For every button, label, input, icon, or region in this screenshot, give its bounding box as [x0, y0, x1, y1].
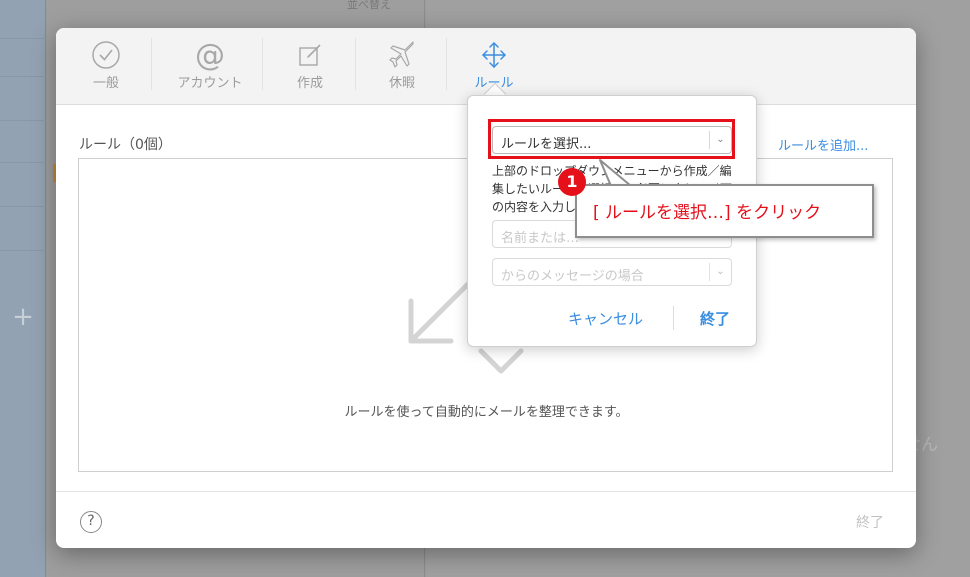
callout-text: [ ルールを選択…] をクリック — [593, 203, 822, 223]
rule-name-placeholder: 名前または… — [501, 231, 580, 246]
tab-label: 休暇 — [388, 76, 415, 91]
checkmark-circle-icon — [66, 38, 146, 72]
divider — [355, 38, 356, 90]
divider — [0, 206, 46, 207]
instruction-callout: [ ルールを選択…] をクリック — [575, 184, 874, 238]
step-badge: 1 — [558, 168, 586, 196]
divider — [673, 306, 674, 330]
dialog-footer: ? 終了 — [56, 491, 916, 548]
select-highlight-box — [488, 119, 735, 159]
add-mailbox-icon: + — [12, 302, 34, 332]
tab-label: アカウント — [177, 76, 243, 91]
rules-section-title: ルール（0個） — [79, 137, 172, 153]
divider — [0, 76, 46, 77]
cancel-button[interactable]: キャンセル — [568, 308, 643, 329]
help-button[interactable]: ? — [80, 511, 102, 533]
done-button[interactable]: 終了 — [700, 308, 730, 329]
divider — [0, 250, 46, 251]
at-sign-icon: @ — [195, 37, 225, 73]
rule-condition-select[interactable]: からのメッセージの場合 ⌄ — [492, 258, 732, 286]
rule-condition-value: からのメッセージの場合 — [501, 269, 644, 284]
tab-accounts[interactable]: @ アカウント — [164, 38, 256, 98]
question-icon: ? — [87, 513, 95, 529]
compose-icon — [270, 38, 350, 72]
rules-empty-message: ルールを使って自動的にメールを整理できます。 — [344, 405, 629, 420]
move-arrows-icon — [454, 38, 534, 72]
divider — [262, 38, 263, 90]
divider — [446, 38, 447, 90]
divider — [151, 38, 152, 90]
tab-label: 一般 — [92, 76, 119, 91]
mailbox-sidebar: + — [0, 0, 46, 577]
tab-label: 作成 — [296, 76, 323, 91]
tab-general[interactable]: 一般 — [66, 38, 146, 98]
tab-vacation[interactable]: 休暇 — [362, 38, 442, 98]
dialog-done-button[interactable]: 終了 — [856, 512, 884, 532]
sort-dropdown: 並べ替え — [347, 0, 391, 11]
divider — [0, 38, 46, 39]
chevron-down-icon: ⌄ — [709, 263, 731, 281]
airplane-icon — [362, 38, 442, 72]
tab-compose[interactable]: 作成 — [270, 38, 350, 98]
add-rule-link[interactable]: ルールを追加... — [778, 135, 868, 154]
divider — [0, 120, 46, 121]
divider — [0, 162, 46, 163]
